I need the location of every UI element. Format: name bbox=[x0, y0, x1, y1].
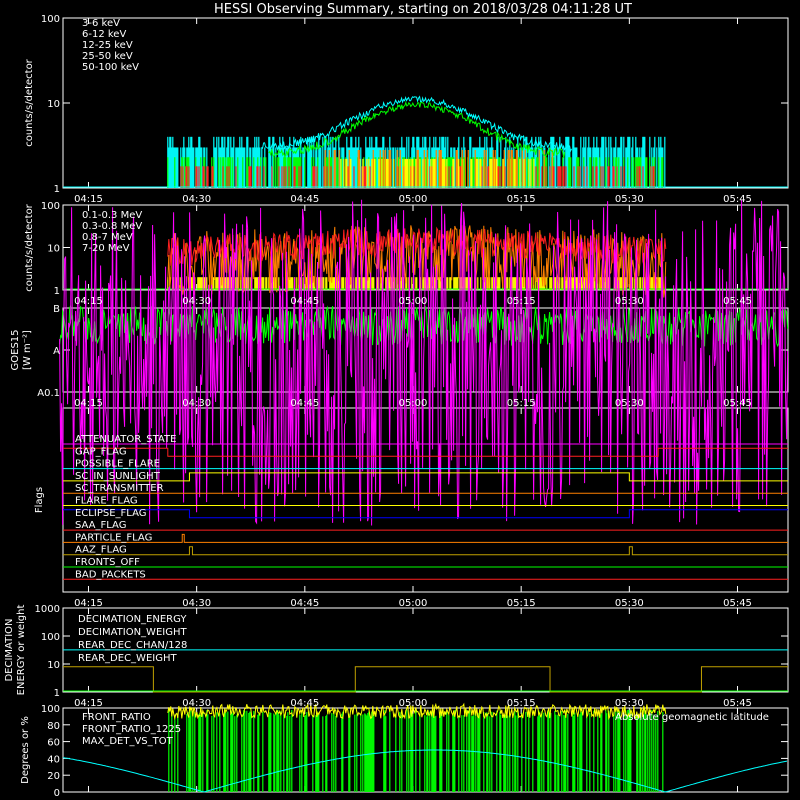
y-tick-label: B bbox=[53, 304, 60, 315]
flag-label: ECLIPSE_FLAG bbox=[75, 508, 146, 519]
flag-label: ATTENUATOR_STATE bbox=[75, 434, 176, 445]
time-tick-label: 05:45 bbox=[723, 194, 752, 205]
legend-entry: 50-100 keV bbox=[82, 62, 139, 73]
y-tick-label: 10 bbox=[47, 660, 60, 671]
y-tick-label: 1000 bbox=[35, 604, 60, 615]
time-tick-label: 04:45 bbox=[290, 194, 319, 205]
y-tick-label: 100 bbox=[41, 632, 60, 643]
time-tick-label: 05:30 bbox=[615, 194, 644, 205]
legend-entry: MAX_DET_VS_TOT bbox=[82, 736, 174, 747]
legend-entry: REAR_DEC_WEIGHT bbox=[78, 653, 177, 664]
time-tick-label: 04:15 bbox=[74, 698, 103, 709]
rear-dec-weight-trace bbox=[63, 666, 788, 693]
time-tick-label: 04:30 bbox=[182, 194, 211, 205]
time-tick-label: 05:00 bbox=[399, 296, 428, 307]
y-tick-label: 100 bbox=[41, 201, 60, 212]
time-tick-label: 05:30 bbox=[615, 598, 644, 609]
time-tick-label: 04:15 bbox=[74, 598, 103, 609]
flag-label: SC_TRANSMITTER bbox=[75, 483, 164, 494]
y-axis-label: counts/s/detector bbox=[24, 58, 35, 146]
time-tick-label: 05:45 bbox=[723, 398, 752, 409]
y-tick-label: 1 bbox=[54, 688, 60, 699]
time-tick-label: 05:15 bbox=[507, 398, 536, 409]
legend-entry: 0.8-7 MeV bbox=[82, 232, 133, 243]
y-tick-label: 20 bbox=[47, 771, 60, 782]
goes-short-trace bbox=[59, 199, 789, 526]
flag-label: SC_IN_SUNLIGHT bbox=[75, 471, 161, 482]
y-tick-label: 60 bbox=[47, 738, 60, 749]
y-tick-label: A bbox=[53, 346, 60, 357]
y-tick-label: A0.1 bbox=[37, 388, 60, 399]
legend-entry: DECIMATION_ENERGY bbox=[78, 614, 187, 625]
legend-entry: FRONT_RATIO bbox=[82, 712, 151, 723]
time-tick-label: 05:30 bbox=[615, 698, 644, 709]
time-tick-label: 04:30 bbox=[182, 398, 211, 409]
legend-entry: 6-12 keV bbox=[82, 29, 126, 40]
time-tick-label: 05:00 bbox=[399, 398, 428, 409]
time-tick-label: 04:30 bbox=[182, 598, 211, 609]
chart-title: HESSI Observing Summary, starting on 201… bbox=[214, 2, 632, 17]
y-tick-label: 80 bbox=[47, 721, 60, 732]
legend-entry: DECIMATION_WEIGHT bbox=[78, 627, 187, 638]
flag-label: POSSIBLE_FLARE bbox=[75, 459, 160, 470]
y-axis-label: Flags bbox=[34, 487, 45, 513]
y-axis-label: DECIMATION bbox=[4, 618, 15, 681]
flag-label: PARTICLE_FLAG bbox=[75, 532, 152, 543]
legend-entry: REAR_DEC_CHAN/128 bbox=[78, 640, 187, 651]
flag-label: AAZ_FLAG bbox=[75, 545, 127, 556]
flag-label: FRONTS_OFF bbox=[75, 557, 140, 568]
legend-entry: 7-20 MeV bbox=[82, 243, 130, 254]
legend-entry-latitude: Absolute geomagnetic latitude bbox=[615, 712, 769, 723]
time-tick-label: 04:45 bbox=[290, 698, 319, 709]
flag-label: GAP_FLAG bbox=[75, 446, 127, 457]
time-tick-label: 04:45 bbox=[290, 296, 319, 307]
time-tick-label: 05:15 bbox=[507, 194, 536, 205]
legend-entry: 25-50 keV bbox=[82, 51, 133, 62]
time-tick-label: 04:15 bbox=[74, 398, 103, 409]
time-tick-label: 05:45 bbox=[723, 296, 752, 307]
y-axis-label: GOES15 bbox=[10, 329, 21, 370]
y-tick-label: 0 bbox=[54, 788, 60, 799]
legend-entry: 12-25 keV bbox=[82, 40, 133, 51]
time-tick-label: 04:45 bbox=[290, 598, 319, 609]
time-tick-label: 05:00 bbox=[399, 698, 428, 709]
y-tick-label: 1 bbox=[54, 286, 60, 297]
time-tick-label: 05:15 bbox=[507, 698, 536, 709]
flag-label: BAD_PACKETS bbox=[75, 569, 146, 580]
time-tick-label: 05:15 bbox=[507, 598, 536, 609]
legend-entry: 0.1-0.3 MeV bbox=[82, 210, 142, 221]
time-tick-label: 04:30 bbox=[182, 296, 211, 307]
y-axis-unit: [W m⁻²] bbox=[22, 330, 33, 370]
flag-trace bbox=[63, 533, 788, 543]
legend-entry: 3-6 keV bbox=[82, 18, 120, 29]
time-tick-label: 04:15 bbox=[74, 296, 103, 307]
y-tick-label: 1 bbox=[54, 184, 60, 195]
flag-label: FLARE_FLAG bbox=[75, 496, 138, 507]
time-tick-label: 05:00 bbox=[399, 194, 428, 205]
legend-entry: FRONT_RATIO_1225 bbox=[82, 724, 181, 735]
flag-label: SAA_FLAG bbox=[75, 520, 126, 531]
time-tick-label: 04:45 bbox=[290, 398, 319, 409]
y-tick-label: 40 bbox=[47, 754, 60, 765]
time-tick-label: 05:30 bbox=[615, 398, 644, 409]
time-tick-label: 05:00 bbox=[399, 598, 428, 609]
y-axis-label: ENERGY or weight bbox=[16, 605, 27, 696]
y-tick-label: 100 bbox=[41, 704, 60, 715]
y-tick-label: 100 bbox=[41, 14, 60, 25]
y-tick-label: 10 bbox=[47, 244, 60, 255]
time-tick-label: 05:30 bbox=[615, 296, 644, 307]
time-tick-label: 05:15 bbox=[507, 296, 536, 307]
legend-entry: 0.3-0.8 MeV bbox=[82, 221, 142, 232]
time-tick-label: 05:45 bbox=[723, 698, 752, 709]
hessi-summary-chart: HESSI Observing Summary, starting on 201… bbox=[4, 2, 789, 799]
time-tick-label: 04:30 bbox=[182, 698, 211, 709]
time-tick-label: 04:15 bbox=[74, 194, 103, 205]
y-axis-label: counts/s/detector bbox=[24, 203, 35, 291]
y-tick-label: 10 bbox=[47, 99, 60, 110]
y-axis-label: Degrees or % bbox=[20, 716, 31, 784]
time-tick-label: 05:45 bbox=[723, 598, 752, 609]
flag-trace bbox=[63, 546, 788, 556]
